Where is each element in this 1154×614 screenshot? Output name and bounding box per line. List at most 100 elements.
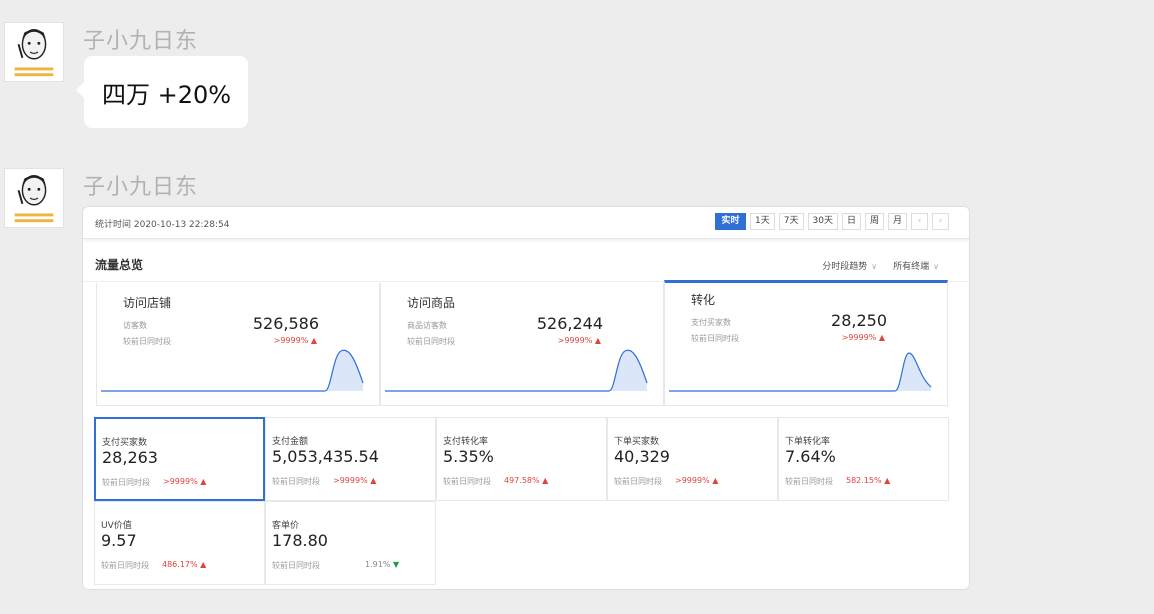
metric-change-value: 497.58% <box>504 476 540 485</box>
time-range-selector: 实时 1天 7天 30天 日 周 月 ‹ › <box>715 213 949 230</box>
flow-change: >9999% ▲ <box>558 336 601 345</box>
flow-change-value: >9999% <box>557 336 593 345</box>
arrow-up-icon: ▲ <box>542 476 549 485</box>
flow-value: 526,244 <box>536 314 603 333</box>
dropdown-label: 分时段趋势 <box>822 262 868 272</box>
flow-change: >9999% ▲ <box>842 333 885 342</box>
metric-change-value: >9999% <box>163 477 198 486</box>
metric-card-uv-value[interactable]: UV价值 9.57 较前日同时段 486.17% ▲ <box>94 501 265 585</box>
range-week-button[interactable]: 周 <box>864 213 884 230</box>
metric-card-order-conversion[interactable]: 下单转化率 7.64% 较前日同时段 582.15% ▲ <box>778 417 949 501</box>
metric-card-payment-conversion[interactable]: 支付转化率 5.35% 较前日同时段 497.58% ▲ <box>436 417 607 501</box>
chevron-right-icon[interactable]: › <box>932 213 949 230</box>
range-day-button[interactable]: 日 <box>841 213 861 230</box>
range-month-button[interactable]: 月 <box>887 213 907 230</box>
flow-change-value: >9999% <box>273 336 309 345</box>
metric-change: 1.91% ▼ <box>365 560 399 569</box>
metric-card-payers[interactable]: 支付买家数 28,263 较前日同时段 >9999% ▲ <box>94 417 265 501</box>
metric-value: 9.57 <box>101 531 137 550</box>
arrow-up-icon: ▲ <box>370 476 377 485</box>
flow-card-product-visits[interactable]: 访问商品 商品访客数 较前日同时段 526,244 >9999% ▲ <box>380 283 664 406</box>
metric-change: >9999% ▲ <box>675 476 718 485</box>
chevron-left-icon[interactable]: ‹ <box>911 213 928 230</box>
metric-compare-label: 较前日同时段 <box>443 477 491 486</box>
avatar[interactable] <box>4 168 64 228</box>
metric-card-order-buyers[interactable]: 下单买家数 40,329 较前日同时段 >9999% ▲ <box>607 417 778 501</box>
stat-time: 统计时间 2020-10-13 22:28:54 <box>95 220 230 230</box>
metric-name: 支付金额 <box>272 437 309 447</box>
sender-name: 子小九日东 <box>83 175 199 200</box>
metric-compare-label: 较前日同时段 <box>614 477 662 486</box>
arrow-up-icon: ▲ <box>200 560 207 569</box>
metric-change: >9999% ▲ <box>163 477 206 486</box>
flow-value: 28,250 <box>831 311 887 330</box>
arrow-down-icon: ▼ <box>392 560 400 569</box>
metric-value: 5,053,435.54 <box>272 447 379 466</box>
metric-name: 客单价 <box>272 521 300 531</box>
arrow-up-icon: ▲ <box>594 336 601 345</box>
flow-title: 访问店铺 <box>123 296 172 310</box>
cartoon-face-avatar-icon <box>5 169 63 227</box>
metric-value: 40,329 <box>614 447 670 466</box>
metric-name: 下单转化率 <box>785 437 831 447</box>
flow-metric-label: 访客数 <box>123 321 147 330</box>
flow-change-value: >9999% <box>841 333 877 342</box>
flow-metric-label: 商品访客数 <box>407 321 447 330</box>
flow-metric-label: 支付买家数 <box>691 318 731 327</box>
flow-card-conversion[interactable]: 转化 支付买家数 较前日同时段 28,250 >9999% ▲ <box>664 280 948 406</box>
arrow-up-icon: ▲ <box>712 476 719 485</box>
arrow-up-icon: ▲ <box>884 476 891 485</box>
metric-value: 7.64% <box>785 447 836 466</box>
range-1day-button[interactable]: 1天 <box>750 213 775 230</box>
metric-compare-label: 较前日同时段 <box>272 477 320 486</box>
sparkline-chart <box>669 352 932 392</box>
flow-change: >9999% ▲ <box>274 336 317 345</box>
dropdown-label: 所有终端 <box>893 262 930 272</box>
metric-card-payment-amount[interactable]: 支付金额 5,053,435.54 较前日同时段 >9999% ▲ <box>265 417 436 501</box>
flow-value: 526,586 <box>252 314 319 333</box>
dashboard-toolbar: 统计时间 2020-10-13 22:28:54 实时 1天 7天 30天 日 … <box>83 207 969 239</box>
terminal-dropdown[interactable]: 所有终端 ∨ <box>893 259 939 272</box>
flow-title: 转化 <box>691 293 716 307</box>
metric-change: >9999% ▲ <box>333 476 376 485</box>
range-realtime-button[interactable]: 实时 <box>715 213 747 230</box>
metric-value: 178.80 <box>272 531 328 550</box>
metric-change-value: >9999% <box>675 476 710 485</box>
metric-compare-label: 较前日同时段 <box>272 561 320 570</box>
dashboard-screenshot-message[interactable]: 统计时间 2020-10-13 22:28:54 实时 1天 7天 30天 日 … <box>82 206 970 590</box>
arrow-up-icon: ▲ <box>878 333 885 342</box>
range-7day-button[interactable]: 7天 <box>778 213 804 230</box>
metric-compare-label: 较前日同时段 <box>101 561 149 570</box>
metric-name: 下单买家数 <box>614 437 660 447</box>
chevron-down-icon: ∨ <box>933 262 939 271</box>
cartoon-face-avatar-icon <box>5 23 63 81</box>
arrow-up-icon: ▲ <box>310 336 317 345</box>
arrow-up-icon: ▲ <box>200 477 207 486</box>
metric-value: 28,263 <box>102 448 158 467</box>
metric-compare-label: 较前日同时段 <box>102 478 150 487</box>
metric-card-avg-order-value[interactable]: 客单价 178.80 较前日同时段 1.91% ▼ <box>265 501 436 585</box>
metric-change-value: >9999% <box>333 476 368 485</box>
section-title: 流量总览 <box>95 258 144 272</box>
metric-name: 支付买家数 <box>102 438 148 448</box>
metric-value: 5.35% <box>443 447 494 466</box>
flow-title: 访问商品 <box>407 296 456 310</box>
sparkline-chart <box>385 349 648 392</box>
avatar[interactable] <box>4 22 64 82</box>
metric-change-value: 582.15% <box>846 476 882 485</box>
range-30day-button[interactable]: 30天 <box>807 213 838 230</box>
flow-card-store-visits[interactable]: 访问店铺 访客数 较前日同时段 526,586 >9999% ▲ <box>96 283 380 406</box>
flow-compare-label: 较前日同时段 <box>691 334 739 343</box>
metric-change: 486.17% ▲ <box>162 560 206 569</box>
filter-dropdowns: 分时段趋势 ∨ 所有终端 ∨ <box>822 259 939 272</box>
chevron-down-icon: ∨ <box>871 262 878 271</box>
metric-change-value: 486.17% <box>162 560 198 569</box>
sparkline-chart <box>101 349 364 392</box>
metric-name: 支付转化率 <box>443 437 489 447</box>
message-text: 四万 +20% <box>102 81 232 109</box>
metric-compare-label: 较前日同时段 <box>785 477 833 486</box>
metric-change: 497.58% ▲ <box>504 476 548 485</box>
trend-dropdown[interactable]: 分时段趋势 ∨ <box>822 259 877 272</box>
metric-change: 582.15% ▲ <box>846 476 890 485</box>
message-bubble[interactable]: 四万 +20% <box>76 56 248 128</box>
